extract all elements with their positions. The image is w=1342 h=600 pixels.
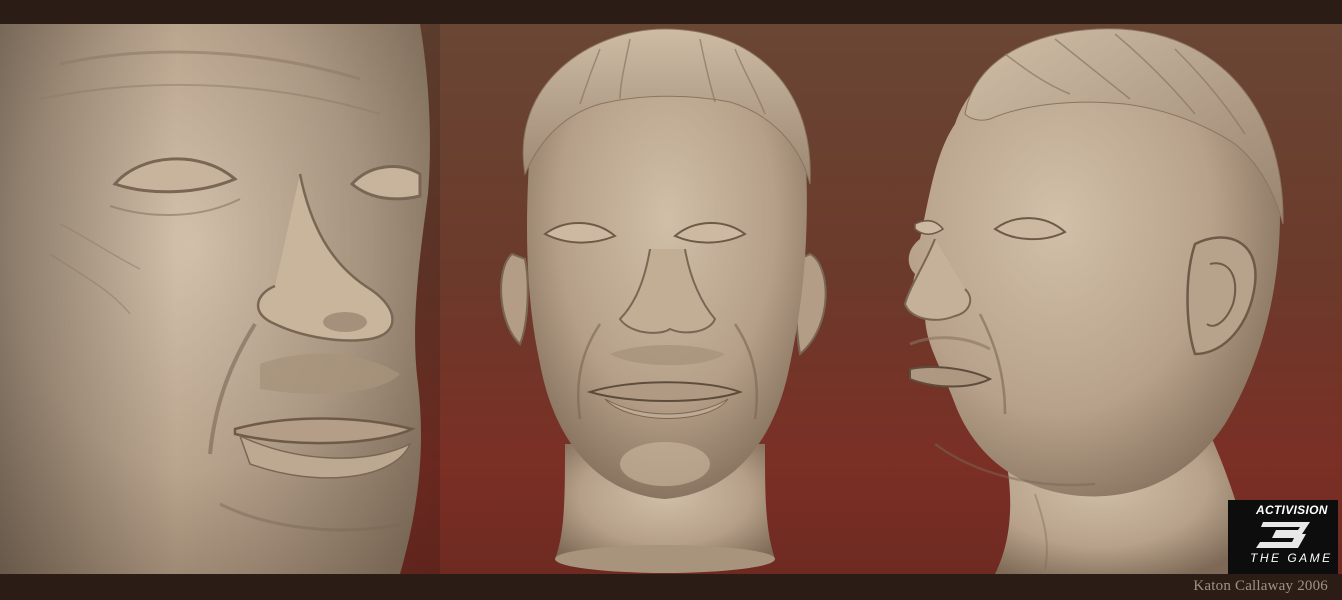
bottom-border xyxy=(0,574,1342,600)
front-head-render xyxy=(500,28,827,573)
closeup-face-render xyxy=(0,24,440,574)
publisher-wordmark: ACTIVISION xyxy=(1256,503,1328,517)
artist-credit: Katon Callaway 2006 xyxy=(1193,578,1328,594)
artwork-canvas: ACTIVISION THE GAME Katon Callaway 2006 xyxy=(0,0,1342,600)
game-subtitle: THE GAME xyxy=(1250,551,1333,565)
three-quarter-head-render xyxy=(903,28,1284,574)
top-border xyxy=(0,0,1342,24)
